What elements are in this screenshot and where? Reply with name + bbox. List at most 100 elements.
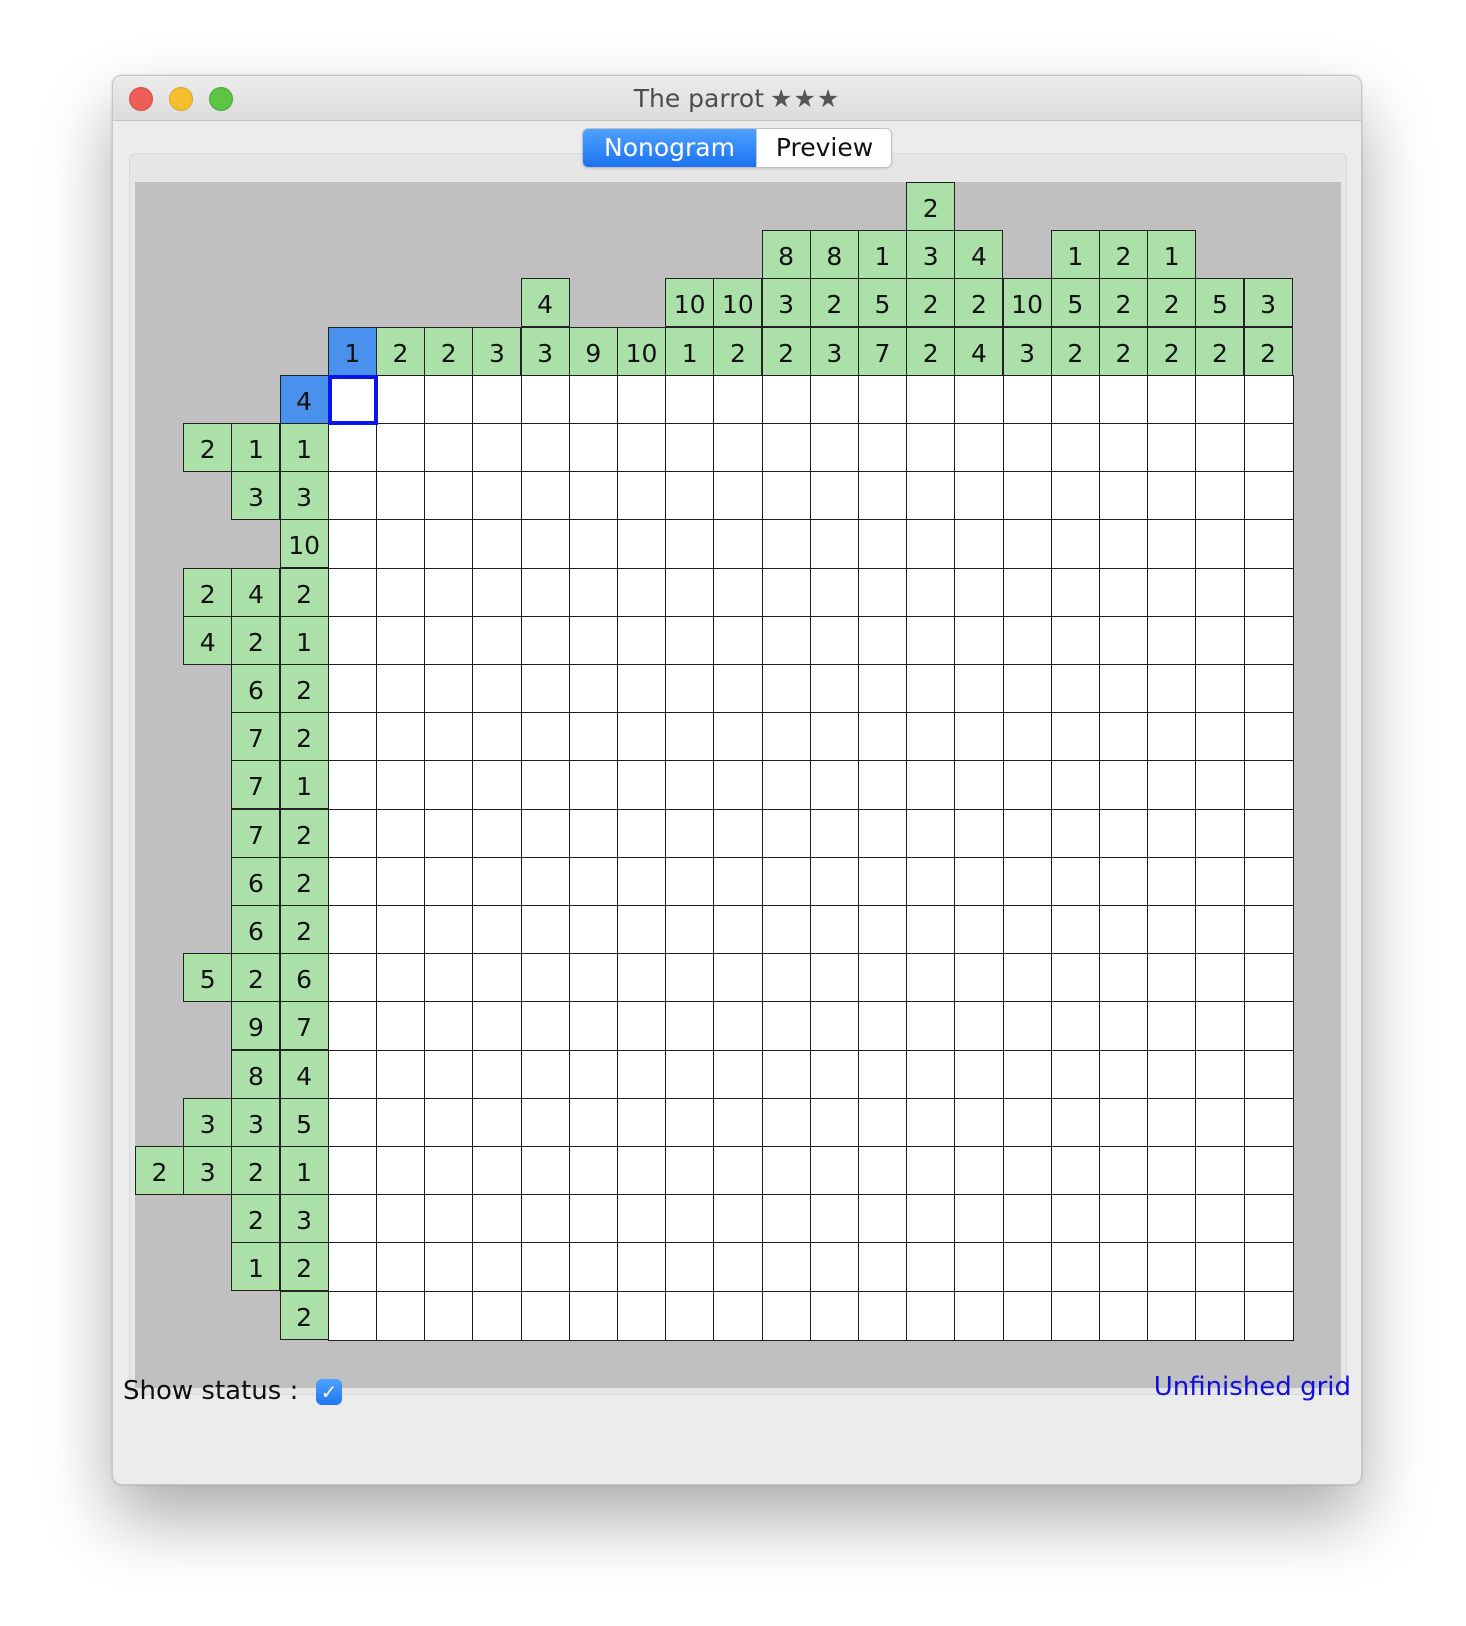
- grid-cell[interactable]: [954, 1097, 1005, 1148]
- grid-cell[interactable]: [1002, 953, 1053, 1004]
- grid-cell[interactable]: [376, 664, 426, 714]
- grid-cell[interactable]: [858, 1242, 908, 1293]
- grid-cell[interactable]: [520, 856, 571, 907]
- selected-grid-cell[interactable]: [327, 374, 378, 425]
- grid-cell[interactable]: [617, 1242, 667, 1293]
- grid-cell[interactable]: [809, 1146, 860, 1196]
- grid-cell[interactable]: [1147, 1242, 1198, 1293]
- grid-cell[interactable]: [424, 905, 475, 955]
- grid-cell[interactable]: [809, 953, 860, 1004]
- grid-cell[interactable]: [1099, 374, 1149, 425]
- grid-cell[interactable]: [327, 471, 378, 522]
- grid-cell[interactable]: [617, 760, 667, 811]
- grid-cell[interactable]: [1243, 905, 1294, 955]
- grid-cell[interactable]: [1195, 1290, 1246, 1341]
- grid-cell[interactable]: [761, 615, 812, 666]
- grid-cell[interactable]: [424, 712, 475, 763]
- grid-cell[interactable]: [327, 808, 378, 859]
- grid-cell[interactable]: [1002, 567, 1053, 618]
- grid-cell[interactable]: [713, 471, 764, 522]
- grid-cell[interactable]: [665, 567, 716, 618]
- grid-cell[interactable]: [1243, 712, 1294, 763]
- grid-cell[interactable]: [1050, 808, 1101, 859]
- grid-cell[interactable]: [906, 519, 957, 570]
- grid-cell[interactable]: [376, 953, 426, 1004]
- grid-cell[interactable]: [1099, 471, 1149, 522]
- grid-cell[interactable]: [1050, 905, 1101, 955]
- grid-cell[interactable]: [1243, 1290, 1294, 1341]
- grid-cell[interactable]: [954, 1146, 1005, 1196]
- grid-cell[interactable]: [761, 1194, 812, 1245]
- grid-cell[interactable]: [665, 519, 716, 570]
- grid-cell[interactable]: [954, 712, 1005, 763]
- grid-cell[interactable]: [665, 471, 716, 522]
- grid-cell[interactable]: [761, 1242, 812, 1293]
- grid-cell[interactable]: [376, 567, 426, 618]
- grid-cell[interactable]: [424, 760, 475, 811]
- grid-cell[interactable]: [1243, 953, 1294, 1004]
- grid-cell[interactable]: [906, 1242, 957, 1293]
- grid-cell[interactable]: [761, 374, 812, 425]
- grid-cell[interactable]: [568, 615, 619, 666]
- grid-cell[interactable]: [472, 905, 523, 955]
- grid-cell[interactable]: [1099, 856, 1149, 907]
- grid-cell[interactable]: [761, 1049, 812, 1100]
- grid-cell[interactable]: [906, 905, 957, 955]
- grid-cell[interactable]: [809, 664, 860, 714]
- grid-cell[interactable]: [1099, 1097, 1149, 1148]
- grid-cell[interactable]: [1243, 423, 1294, 473]
- grid-cell[interactable]: [1195, 808, 1246, 859]
- grid-cell[interactable]: [1050, 471, 1101, 522]
- grid-cell[interactable]: [1050, 1194, 1101, 1245]
- grid-cell[interactable]: [520, 953, 571, 1004]
- grid-cell[interactable]: [954, 856, 1005, 907]
- grid-cell[interactable]: [1050, 953, 1101, 1004]
- grid-cell[interactable]: [1002, 1097, 1053, 1148]
- grid-cell[interactable]: [809, 1242, 860, 1293]
- grid-cell[interactable]: [1050, 423, 1101, 473]
- grid-cell[interactable]: [568, 1242, 619, 1293]
- grid-cell[interactable]: [1002, 760, 1053, 811]
- grid-cell[interactable]: [327, 423, 378, 473]
- grid-cell[interactable]: [954, 1290, 1005, 1341]
- grid-cell[interactable]: [327, 1097, 378, 1148]
- grid-cell[interactable]: [424, 1146, 475, 1196]
- grid-cell[interactable]: [376, 615, 426, 666]
- grid-cell[interactable]: [424, 1242, 475, 1293]
- grid-cell[interactable]: [906, 471, 957, 522]
- grid-cell[interactable]: [376, 760, 426, 811]
- grid-cell[interactable]: [617, 664, 667, 714]
- grid-cell[interactable]: [665, 1001, 716, 1052]
- grid-cell[interactable]: [617, 471, 667, 522]
- grid-cell[interactable]: [906, 1194, 957, 1245]
- grid-cell[interactable]: [665, 905, 716, 955]
- grid-cell[interactable]: [665, 1194, 716, 1245]
- grid-cell[interactable]: [568, 953, 619, 1004]
- grid-cell[interactable]: [568, 856, 619, 907]
- grid-cell[interactable]: [520, 760, 571, 811]
- grid-cell[interactable]: [1099, 1290, 1149, 1341]
- grid-cell[interactable]: [761, 664, 812, 714]
- grid-cell[interactable]: [376, 1194, 426, 1245]
- grid-cell[interactable]: [327, 953, 378, 1004]
- grid-cell[interactable]: [472, 760, 523, 811]
- grid-cell[interactable]: [617, 423, 667, 473]
- grid-cell[interactable]: [520, 519, 571, 570]
- grid-cell[interactable]: [809, 1097, 860, 1148]
- grid-cell[interactable]: [665, 1049, 716, 1100]
- grid-cell[interactable]: [1099, 953, 1149, 1004]
- grid-cell[interactable]: [424, 1097, 475, 1148]
- grid-cell[interactable]: [376, 1049, 426, 1100]
- grid-cell[interactable]: [472, 519, 523, 570]
- grid-cell[interactable]: [472, 1146, 523, 1196]
- grid-cell[interactable]: [568, 374, 619, 425]
- grid-cell[interactable]: [520, 664, 571, 714]
- grid-cell[interactable]: [761, 905, 812, 955]
- grid-cell[interactable]: [665, 856, 716, 907]
- grid-cell[interactable]: [665, 1290, 716, 1341]
- grid-cell[interactable]: [424, 953, 475, 1004]
- grid-cell[interactable]: [424, 1001, 475, 1052]
- grid-cell[interactable]: [713, 1097, 764, 1148]
- grid-cell[interactable]: [568, 1194, 619, 1245]
- grid-cell[interactable]: [665, 615, 716, 666]
